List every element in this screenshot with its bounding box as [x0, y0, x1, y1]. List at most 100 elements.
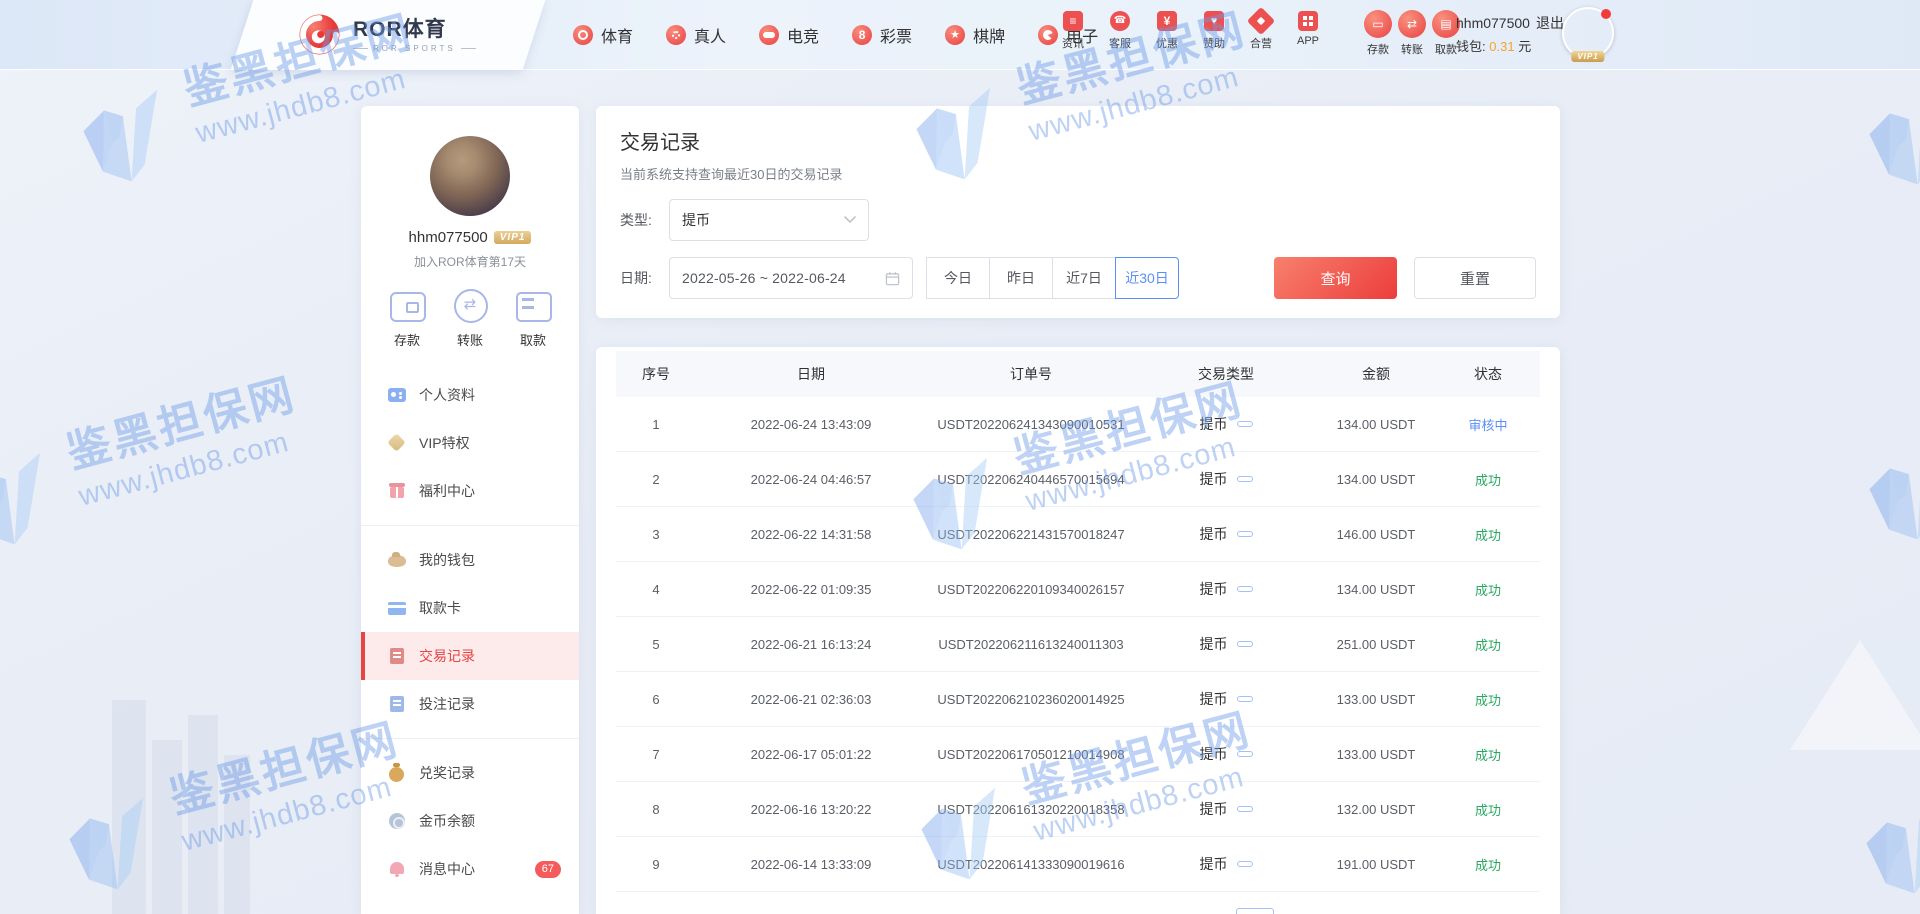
game-nav-item[interactable]: 彩票	[852, 23, 912, 47]
col-header-date: 日期	[797, 366, 825, 382]
brand-logo[interactable]: ROR体育 ROR SPORTS	[296, 11, 476, 58]
detail-button[interactable]	[1236, 421, 1253, 427]
game-nav-item[interactable]: 电竞	[759, 23, 819, 47]
utility-nav-item[interactable]: APP	[1297, 11, 1319, 51]
utility-nav-item[interactable]: 资讯	[1062, 11, 1084, 51]
username: hhm077500	[1456, 15, 1530, 31]
date-range-button[interactable]: 今日	[926, 257, 990, 299]
watermark-shield-icon	[1863, 447, 1920, 549]
cell-type: 提币	[1136, 634, 1316, 654]
table-header: 序号 日期 订单号 交易类型 金额 状态	[616, 351, 1540, 397]
user-avatar[interactable]: VIP1	[1562, 7, 1614, 62]
cell-type: 提币	[1136, 689, 1316, 709]
bg-shape	[224, 755, 250, 914]
watermark: 鉴黑担保网 www.jhdb8.com	[1848, 366, 1920, 560]
utility-nav-item[interactable]: 优惠	[1156, 11, 1178, 51]
calendar-icon	[885, 271, 900, 285]
detail-button[interactable]	[1236, 531, 1253, 537]
sidebar-menu-item[interactable]: 福利中心	[361, 467, 579, 515]
date-range-value: 2022-05-26 ~ 2022-06-24	[682, 270, 846, 286]
sidebar-menu-item[interactable]: 个人资料	[361, 371, 579, 419]
sidebar-quick-action[interactable]: 转账	[452, 288, 488, 349]
sidebar-menu-item[interactable]: VIP特权	[361, 419, 579, 467]
sidebar-menu-item[interactable]: 我的钱包	[361, 536, 579, 584]
logout-link[interactable]: 退出	[1536, 15, 1564, 31]
date-range-button[interactable]: 近30日	[1115, 257, 1179, 299]
utility-nav-item[interactable]: 赞助	[1203, 11, 1225, 51]
wallet-quick-item[interactable]: 转账	[1398, 10, 1426, 57]
cell-order-number: USDT202206241343090010531	[937, 416, 1125, 432]
type-select[interactable]: 提币	[669, 199, 869, 241]
cell-no: 5	[652, 636, 660, 652]
cell-no: 4	[652, 581, 660, 597]
cell-date: 2022-06-21 02:36:03	[750, 691, 872, 707]
query-button[interactable]: 查询	[1274, 257, 1397, 299]
detail-button[interactable]	[1236, 806, 1253, 812]
cell-status: 成功	[1474, 527, 1501, 543]
wallet-quick-label: 转账	[1401, 44, 1423, 56]
cell-type: 提币	[1136, 854, 1316, 874]
table-row: 6 2022-06-21 02:36:03 USDT20220621023602…	[616, 672, 1540, 727]
sidebar-menu-item[interactable]: 取款卡	[361, 584, 579, 632]
cell-order-number: USDT202206220109340026157	[937, 581, 1125, 597]
detail-button[interactable]	[1236, 586, 1253, 592]
top-navigation: ROR体育 ROR SPORTS 体育 真人 电竞 8 彩票 ★ 棋牌 电子 ≡…	[0, 0, 1920, 70]
date-range-input[interactable]: 2022-05-26 ~ 2022-06-24	[669, 257, 913, 299]
cell-type: 提币	[1136, 469, 1316, 489]
wallet-quick-label: 取款	[1435, 44, 1457, 56]
prize-icon	[388, 763, 406, 782]
sidebar-quick-action[interactable]: 取款	[515, 288, 552, 349]
slots-icon	[1038, 25, 1059, 45]
sidebar-quick-action[interactable]: 存款	[389, 288, 426, 349]
cell-amount: 134.00 USDT	[1336, 416, 1416, 432]
piggy-icon	[388, 551, 406, 569]
sidebar-menu-item[interactable]: 消息中心 67	[361, 845, 579, 893]
reset-button[interactable]: 重置	[1414, 257, 1536, 299]
sidebar-quick-label: 取款	[519, 333, 546, 348]
detail-button[interactable]	[1236, 861, 1253, 867]
cell-amount: 132.00 USDT	[1336, 801, 1416, 817]
sidebar-menu-item[interactable]: 投注记录	[361, 680, 579, 728]
wallet-quick-item[interactable]: 存款	[1364, 10, 1392, 57]
cell-date: 2022-06-24 13:43:09	[750, 416, 872, 432]
utility-nav-item[interactable]: 客服	[1109, 11, 1131, 51]
sidebar-menu-item[interactable]: 金币余额	[361, 797, 579, 845]
date-range-button[interactable]: 昨日	[989, 257, 1053, 299]
sidebar-menu-label: 投注记录	[419, 696, 475, 712]
detail-button[interactable]	[1236, 751, 1253, 757]
detail-button[interactable]	[1236, 476, 1253, 482]
brand-subtitle: ROR SPORTS	[353, 44, 476, 53]
date-range-button[interactable]: 近7日	[1052, 257, 1116, 299]
sidebar-menu-label: 消息中心	[419, 861, 475, 877]
table-row: 9 2022-06-14 13:33:09 USDT20220614133309…	[616, 837, 1540, 892]
date-range-buttons: 今日 昨日 近7日 近30日	[926, 257, 1179, 299]
cell-order-number: USDT202206170501210014908	[937, 746, 1125, 762]
game-nav-label: 棋牌	[973, 29, 1006, 46]
game-nav-item[interactable]: 体育	[573, 23, 633, 47]
game-nav-item[interactable]: 真人	[666, 23, 726, 47]
cell-order-number: USDT202206221431570018247	[937, 526, 1125, 542]
detail-button[interactable]	[1236, 641, 1253, 647]
cell-status: 审核中	[1468, 417, 1508, 433]
type-select-value: 提币	[682, 212, 710, 228]
sidebar-menu-label: 兑奖记录	[419, 765, 475, 781]
profile-avatar[interactable]	[430, 136, 510, 216]
game-nav-item[interactable]: 棋牌	[945, 23, 1005, 47]
sidebar-menu-item[interactable]: 兑奖记录	[361, 749, 579, 797]
profile-vip-badge: VIP1	[493, 231, 532, 244]
utility-nav: 资讯 客服 优惠 赞助 合营	[1062, 6, 1319, 51]
menu-badge: 67	[534, 860, 561, 878]
wallet-label: 钱包:	[1456, 39, 1486, 54]
utility-nav-item[interactable]: 合营	[1246, 6, 1276, 51]
table-row: 1 2022-06-24 13:43:09 USDT20220624134309…	[616, 397, 1540, 452]
bell-icon	[388, 860, 406, 878]
detail-button[interactable]	[1236, 696, 1253, 702]
sidebar-menu-label: 福利中心	[419, 483, 475, 499]
type-label: 类型:	[620, 212, 652, 228]
welfare-icon	[388, 482, 406, 500]
utility-nav-label: 合营	[1250, 38, 1272, 50]
bg-shape	[188, 715, 218, 914]
cell-amount: 134.00 USDT	[1336, 471, 1416, 487]
sidebar-menu-item[interactable]: 交易记录	[361, 632, 579, 680]
table-row: 5 2022-06-21 16:13:24 USDT20220621161324…	[616, 617, 1540, 672]
